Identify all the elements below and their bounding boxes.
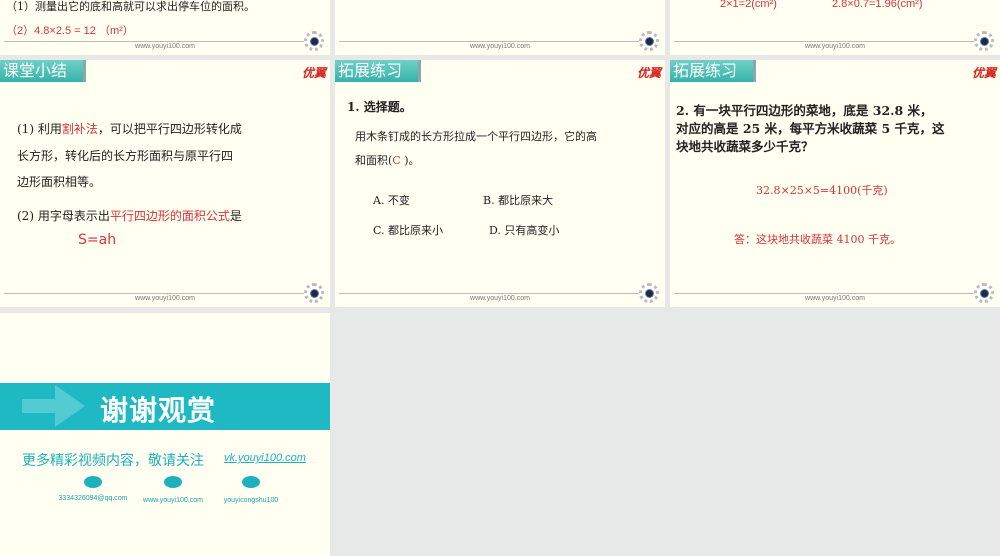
- option-b: B. 都比原来大: [483, 194, 554, 207]
- banner: 谢谢观赏: [0, 383, 330, 430]
- arrow-icon: [55, 385, 85, 427]
- slide-title: 拓展练习: [335, 60, 421, 82]
- slide-title: 拓展练习: [670, 60, 756, 82]
- email-icon: [84, 476, 102, 488]
- footer-url: www.youyi100.com: [135, 295, 195, 302]
- footer-url: www.youyi100.com: [470, 43, 530, 50]
- stem: 用木条钉成的长方形拉成一个平行四边形，它的高: [355, 130, 597, 143]
- footer-url: www.youyi100.com: [805, 43, 865, 50]
- gear-icon: [304, 31, 324, 51]
- formula: S=ah: [78, 232, 117, 248]
- footer-url: www.youyi100.com: [470, 295, 530, 302]
- option-a: A. 不变: [373, 194, 410, 207]
- footer-url: www.youyi100.com: [135, 43, 195, 50]
- contact-text: youyicongshu100: [223, 497, 279, 504]
- text: 长方形，转化后的长方形面积与原平行四: [17, 149, 234, 163]
- follow-text: 更多精彩视频内容，敬请关注: [22, 453, 204, 469]
- gear-icon: [639, 31, 659, 51]
- contact-text: www.youyi100.com: [143, 497, 203, 504]
- option-d: D. 只有高变小: [489, 224, 560, 237]
- contact-text: 3334326094@qq.com: [58, 495, 128, 502]
- option-c: C. 都比原来小: [373, 224, 444, 237]
- slide-summary[interactable]: 课堂小结 优翼 (1) 利用割补法，可以把平行四边形转化成 长方形，转化后的长方…: [0, 60, 330, 307]
- wechat-icon: [242, 476, 260, 488]
- question: 对应的高是 25 米，每平方米收蔬菜 5 千克，这: [676, 121, 945, 136]
- slide-exercise-2[interactable]: 拓展练习 优翼 2. 有一块平行四边形的菜地，底是 32.8 米， 对应的高是 …: [670, 60, 1000, 307]
- answer: C: [392, 154, 401, 167]
- gear-icon: [304, 283, 324, 303]
- calculation: 32.8×25×5=4100(千克): [756, 184, 888, 197]
- calc: 2×1=2(cm²): [720, 0, 777, 10]
- text: (1) 利用: [17, 122, 62, 136]
- web-icon: [164, 476, 182, 488]
- slide-exercise-1[interactable]: 拓展练习 优翼 1. 选择题。 用木条钉成的长方形拉成一个平行四边形，它的高 和…: [335, 60, 665, 307]
- slide-thanks[interactable]: 谢谢观赏 更多精彩视频内容，敬请关注 vk.youyi100.com 33343…: [0, 313, 330, 556]
- stem: )。: [400, 154, 420, 167]
- highlight: 平行四边形的面积公式: [109, 209, 230, 223]
- slide-top-3[interactable]: 2×1=2(cm²) 2.8×0.7=1.96(cm²) www.youyi10…: [670, 0, 1000, 55]
- logo: 优翼: [971, 66, 996, 80]
- question: 1. 选择题。: [347, 100, 412, 114]
- text: （1）测量出它的底和高就可以求出停车位的面积。: [6, 0, 255, 13]
- contact-web: www.youyi100.com: [128, 476, 218, 504]
- follow-link[interactable]: vk.youyi100.com: [224, 452, 306, 464]
- slide-top-1[interactable]: （1）测量出它的底和高就可以求出停车位的面积。 （2）4.8×2.5 = 12 …: [0, 0, 330, 55]
- text: ，可以把平行四边形转化成: [97, 122, 242, 136]
- footer-url: www.youyi100.com: [805, 295, 865, 302]
- logo: 优翼: [636, 66, 661, 80]
- stem: 和面积(: [355, 154, 393, 167]
- question: 2. 有一块平行四边形的菜地，底是 32.8 米，: [676, 103, 933, 118]
- answer: 答：这块地共收蔬菜 4100 千克。: [734, 233, 901, 246]
- gear-icon: [974, 31, 994, 51]
- question: 块地共收蔬菜多少千克？: [676, 139, 814, 154]
- gear-icon: [639, 283, 659, 303]
- calc: 2.8×0.7=1.96(cm²): [832, 0, 923, 10]
- logo: 优翼: [301, 66, 326, 80]
- slide-title: 课堂小结: [0, 60, 86, 82]
- contact-wechat: youyicongshu100: [206, 476, 296, 504]
- banner-title: 谢谢观赏: [100, 394, 217, 427]
- slide-top-2[interactable]: www.youyi100.com: [335, 0, 665, 55]
- gear-icon: [974, 283, 994, 303]
- text: 边形面积相等。: [17, 175, 102, 189]
- text: (2) 用字母表示出: [17, 209, 110, 223]
- contact-email: 3334326094@qq.com: [48, 476, 138, 502]
- text: （2）4.8×2.5 = 12 （m²）: [6, 25, 134, 37]
- text: 是: [229, 209, 242, 223]
- highlight: 割补法: [61, 122, 98, 136]
